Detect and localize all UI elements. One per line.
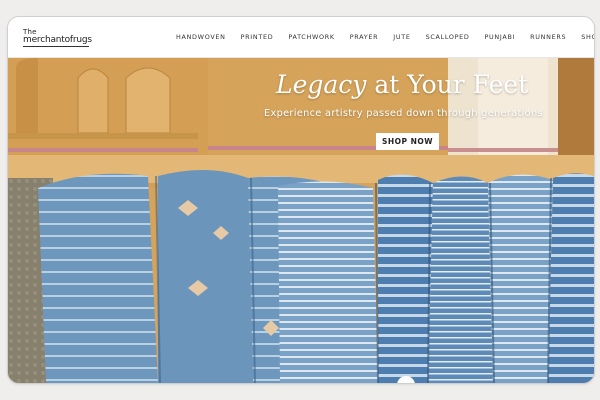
site-logo[interactable]: The merchantofrugs [23,28,113,48]
nav-item-printed[interactable]: PRINTED [241,33,274,41]
hero-image [8,58,594,383]
browser-frame: The merchantofrugs HANDWOVEN PRINTED PAT… [7,16,595,384]
logo-line-2: merchantofrugs [23,35,92,45]
nav-item-patchwork[interactable]: PATCHWORK [288,33,334,41]
nav-item-prayer[interactable]: PRAYER [350,33,379,41]
hero-title-italic: Legacy [276,70,367,99]
hero-banner: Legacy at Your Feet Experience artistry … [8,58,594,383]
site-header: The merchantofrugs HANDWOVEN PRINTED PAT… [8,17,594,58]
main-nav: HANDWOVEN PRINTED PATCHWORK PRAYER JUTE … [176,17,594,57]
nav-item-scalloped[interactable]: SCALLOPED [426,33,470,41]
logo-underline [23,46,89,47]
nav-item-runners[interactable]: RUNNERS [530,33,566,41]
nav-item-punjabi[interactable]: PUNJABI [485,33,516,41]
shop-now-button[interactable]: SHOP NOW [376,133,439,150]
nav-item-handwoven[interactable]: HANDWOVEN [176,33,226,41]
hero-subtitle: Experience artistry passed down through … [264,108,543,119]
nav-item-jute[interactable]: JUTE [393,33,410,41]
hero-title-rest: at Your Feet [366,70,529,99]
nav-item-shop-by[interactable]: SHOP BY [581,33,594,41]
hero-title: Legacy at Your Feet [276,70,528,99]
